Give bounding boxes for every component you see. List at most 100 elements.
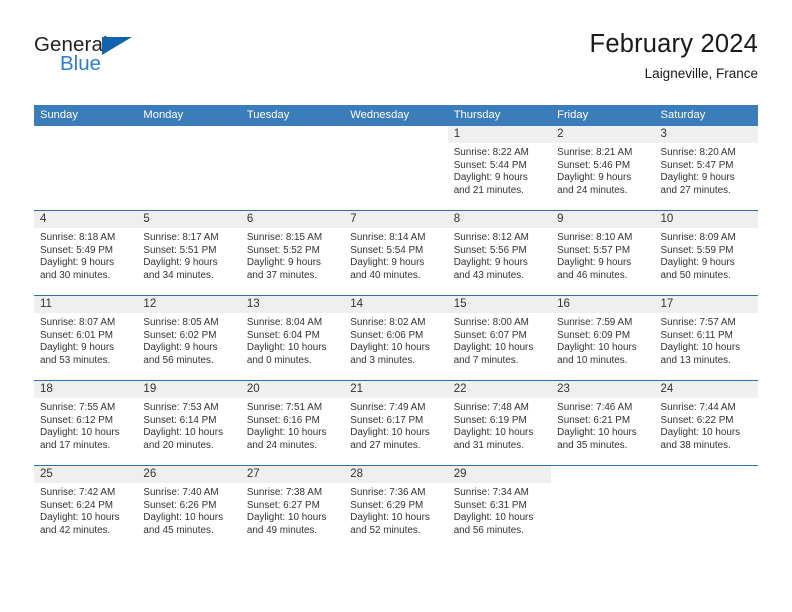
calendar-day[interactable]: 21 Sunrise: 7:49 AM Sunset: 6:17 PM Dayligh… xyxy=(344,381,448,465)
calendar-week-row: 18 Sunrise: 7:55 AM Sunset: 6:12 PM Dayligh… xyxy=(34,380,758,466)
calendar-cell: 7 Sunrise: 8:14 AM Sunset: 5:54 PM Daylight… xyxy=(344,210,448,296)
day-number: 11 xyxy=(34,296,138,314)
calendar-day[interactable]: 25 Sunrise: 7:42 AM Sunset: 6:24 PM Dayligh… xyxy=(34,466,138,550)
calendar-day[interactable]: 22 Sunrise: 7:48 AM Sunset: 6:19 PM Dayligh… xyxy=(447,381,552,465)
day-number: 7 xyxy=(344,211,448,229)
day-number: 28 xyxy=(344,466,448,484)
day-sunset-text: Sunset: 6:06 PM xyxy=(350,329,424,341)
day-sunrise-text: Sunrise: 8:15 AM xyxy=(246,232,323,244)
day-daylight-line-text: Daylight: 10 hours xyxy=(453,342,534,354)
page-title: February 2024 xyxy=(589,30,758,58)
day-sunrise-text: Sunrise: 8:14 AM xyxy=(350,232,426,244)
day-daylight-line-text: Daylight: 10 hours xyxy=(40,427,120,439)
day-number: 2 xyxy=(551,126,655,144)
calendar-day[interactable]: 12 Sunrise: 8:05 AM Sunset: 6:02 PM Dayligh… xyxy=(137,296,241,380)
calendar-day[interactable]: 29 Sunrise: 7:34 AM Sunset: 6:31 PM Dayligh… xyxy=(447,466,552,550)
day-sunrise-text: Sunrise: 7:42 AM xyxy=(40,487,116,499)
day-number: 16 xyxy=(551,296,655,314)
calendar-day[interactable]: 23 Sunrise: 7:46 AM Sunset: 6:21 PM Dayligh… xyxy=(551,381,655,465)
calendar-week-row: 11 Sunrise: 8:07 AM Sunset: 6:01 PM Dayligh… xyxy=(34,295,758,381)
calendar-day[interactable]: 24 Sunrise: 7:44 AM Sunset: 6:22 PM Dayligh… xyxy=(654,381,758,465)
calendar-cell: 17 Sunrise: 7:57 AM Sunset: 6:11 PM Dayligh… xyxy=(654,295,758,381)
calendar-day-empty xyxy=(137,126,241,211)
calendar-table: Sunday Monday Tuesday Wednesday Thursday… xyxy=(34,105,758,551)
calendar-day[interactable]: 2 Sunrise: 8:21 AM Sunset: 5:46 PM Daylight… xyxy=(551,126,655,210)
calendar-day[interactable]: 13 Sunrise: 8:04 AM Sunset: 6:04 PM Dayligh… xyxy=(240,296,345,380)
calendar-day[interactable]: 19 Sunrise: 7:53 AM Sunset: 6:14 PM Dayligh… xyxy=(137,381,241,465)
calendar-cell xyxy=(137,126,241,211)
day-number: 23 xyxy=(551,381,655,399)
day-daylight-line-text: Daylight: 10 hours xyxy=(660,342,741,354)
calendar-day[interactable]: 3 Sunrise: 8:20 AM Sunset: 5:47 PM Daylight… xyxy=(654,126,758,210)
day-sunset-text: Sunset: 6:16 PM xyxy=(246,414,320,426)
calendar-day[interactable]: 20 Sunrise: 7:51 AM Sunset: 6:16 PM Dayligh… xyxy=(240,381,345,465)
day-number: 15 xyxy=(447,296,552,314)
day-sunrise-text: Sunrise: 8:20 AM xyxy=(660,147,736,159)
calendar-cell: 29 Sunrise: 7:34 AM Sunset: 6:31 PM Dayligh… xyxy=(447,465,552,551)
calendar-day[interactable]: 10 Sunrise: 8:09 AM Sunset: 5:59 PM Dayligh… xyxy=(654,211,758,295)
calendar-cell: 27 Sunrise: 7:38 AM Sunset: 6:27 PM Dayligh… xyxy=(240,465,345,551)
calendar-week-row: 1 Sunrise: 8:22 AM Sunset: 5:44 PM Daylight… xyxy=(34,126,758,211)
day-number: 25 xyxy=(34,466,138,484)
calendar-day[interactable]: 14 Sunrise: 8:02 AM Sunset: 6:06 PM Dayligh… xyxy=(344,296,448,380)
day-daylight-line-text: and 50 minutes. xyxy=(660,269,731,281)
day-details: Sunrise: 7:57 AM Sunset: 6:11 PM Daylight:… xyxy=(655,313,758,367)
page-header: General Blue February 2024 Laigneville, … xyxy=(34,30,758,100)
day-details: Sunrise: 7:49 AM Sunset: 6:17 PM Daylight:… xyxy=(344,398,447,452)
calendar-cell: 16 Sunrise: 7:59 AM Sunset: 6:09 PM Dayligh… xyxy=(551,295,655,381)
day-sunrise-text: Sunrise: 7:51 AM xyxy=(246,402,323,414)
day-daylight-line-text: Daylight: 10 hours xyxy=(660,427,741,439)
day-daylight-line-text: Daylight: 9 hours xyxy=(40,257,115,269)
day-number: 24 xyxy=(654,381,758,399)
day-daylight-line-text: Daylight: 10 hours xyxy=(246,512,327,524)
day-details: Sunrise: 7:53 AM Sunset: 6:14 PM Daylight:… xyxy=(137,398,240,452)
day-daylight-line-text: and 46 minutes. xyxy=(557,269,628,281)
calendar-day-empty xyxy=(34,126,138,211)
day-sunset-text: Sunset: 5:46 PM xyxy=(557,159,631,171)
calendar-week-row: 25 Sunrise: 7:42 AM Sunset: 6:24 PM Dayligh… xyxy=(34,465,758,551)
calendar-day[interactable]: 17 Sunrise: 7:57 AM Sunset: 6:11 PM Dayligh… xyxy=(654,296,758,380)
day-details: Sunrise: 7:59 AM Sunset: 6:09 PM Daylight:… xyxy=(551,313,654,367)
calendar-day[interactable]: 7 Sunrise: 8:14 AM Sunset: 5:54 PM Daylight… xyxy=(344,211,448,295)
calendar-day[interactable]: 4 Sunrise: 8:18 AM Sunset: 5:49 PM Daylight… xyxy=(34,211,138,295)
day-daylight-line-text: and 24 minutes. xyxy=(246,439,318,451)
day-daylight-line-text: Daylight: 10 hours xyxy=(143,427,224,439)
calendar-day[interactable]: 9 Sunrise: 8:10 AM Sunset: 5:57 PM Daylight… xyxy=(551,211,655,295)
day-daylight-line-text: and 10 minutes. xyxy=(557,354,628,366)
triangle-logo-icon xyxy=(102,37,132,55)
calendar-cell: 14 Sunrise: 8:02 AM Sunset: 6:06 PM Dayligh… xyxy=(344,295,448,381)
calendar-day-empty xyxy=(654,466,758,551)
day-sunset-text: Sunset: 6:24 PM xyxy=(40,499,114,511)
day-daylight-line-text: and 56 minutes. xyxy=(453,524,524,536)
day-number: 22 xyxy=(447,381,552,399)
calendar-cell: 24 Sunrise: 7:44 AM Sunset: 6:22 PM Dayligh… xyxy=(654,380,758,466)
calendar-day[interactable]: 28 Sunrise: 7:36 AM Sunset: 6:29 PM Dayligh… xyxy=(344,466,448,550)
calendar-day[interactable]: 16 Sunrise: 7:59 AM Sunset: 6:09 PM Dayligh… xyxy=(551,296,655,380)
day-sunset-text: Sunset: 6:04 PM xyxy=(246,329,320,341)
calendar-day[interactable]: 15 Sunrise: 8:00 AM Sunset: 6:07 PM Dayligh… xyxy=(447,296,552,380)
calendar-cell: 18 Sunrise: 7:55 AM Sunset: 6:12 PM Dayligh… xyxy=(34,380,138,466)
day-daylight-line-text: and 24 minutes. xyxy=(557,184,628,196)
day-daylight-line-text: and 49 minutes. xyxy=(246,524,318,536)
weekday-header-sunday: Sunday xyxy=(34,105,138,127)
day-sunrise-text: Sunrise: 7:38 AM xyxy=(246,487,323,499)
calendar-day[interactable]: 11 Sunrise: 8:07 AM Sunset: 6:01 PM Dayligh… xyxy=(34,296,138,380)
calendar-day[interactable]: 27 Sunrise: 7:38 AM Sunset: 6:27 PM Dayligh… xyxy=(240,466,345,550)
day-number: 6 xyxy=(240,211,345,229)
calendar-day[interactable]: 6 Sunrise: 8:15 AM Sunset: 5:52 PM Daylight… xyxy=(240,211,345,295)
day-daylight-line-text: and 7 minutes. xyxy=(453,354,519,366)
day-daylight-line-text: Daylight: 10 hours xyxy=(557,342,637,354)
general-blue-logo[interactable]: General Blue xyxy=(34,34,234,91)
calendar-day[interactable]: 8 Sunrise: 8:12 AM Sunset: 5:56 PM Daylight… xyxy=(447,211,552,295)
calendar-day[interactable]: 26 Sunrise: 7:40 AM Sunset: 6:26 PM Dayligh… xyxy=(137,466,241,550)
weekday-header-row: Sunday Monday Tuesday Wednesday Thursday… xyxy=(34,105,758,127)
calendar-day[interactable]: 18 Sunrise: 7:55 AM Sunset: 6:12 PM Dayligh… xyxy=(34,381,138,465)
calendar-day[interactable]: 5 Sunrise: 8:17 AM Sunset: 5:51 PM Daylight… xyxy=(137,211,241,295)
day-daylight-line-text: Daylight: 9 hours xyxy=(453,172,528,184)
day-daylight-line-text: Daylight: 10 hours xyxy=(350,342,430,354)
day-daylight-line-text: Daylight: 9 hours xyxy=(143,342,218,354)
calendar-day[interactable]: 1 Sunrise: 8:22 AM Sunset: 5:44 PM Daylight… xyxy=(447,126,552,210)
day-sunset-text: Sunset: 6:26 PM xyxy=(143,499,217,511)
day-sunset-text: Sunset: 6:12 PM xyxy=(40,414,114,426)
day-daylight-line-text: and 52 minutes. xyxy=(350,524,421,536)
